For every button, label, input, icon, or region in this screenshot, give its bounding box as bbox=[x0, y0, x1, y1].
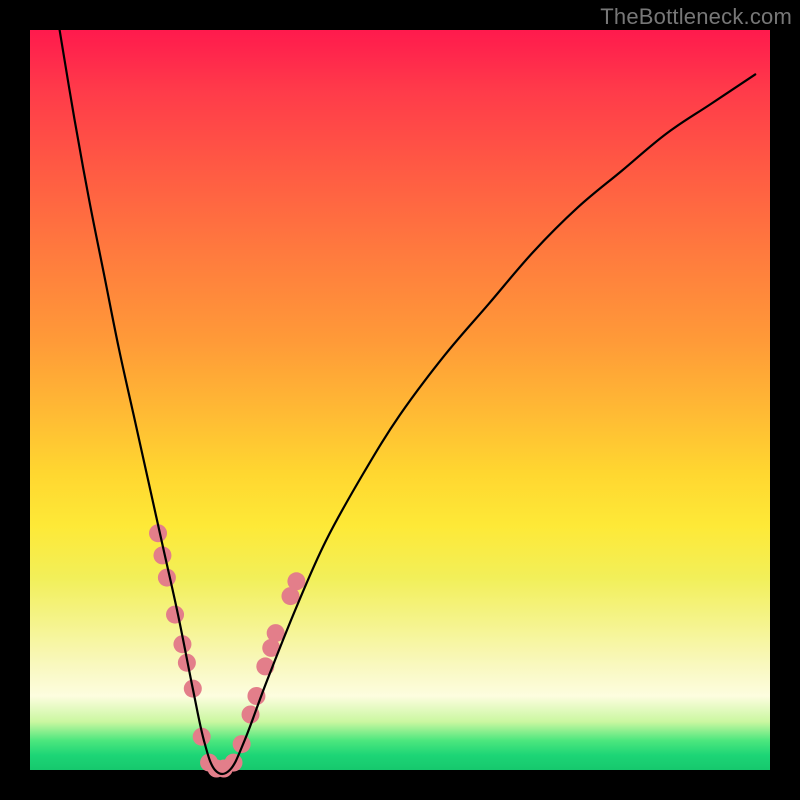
chart-frame: TheBottleneck.com bbox=[0, 0, 800, 800]
sample-marker bbox=[287, 572, 305, 590]
sample-marker bbox=[225, 754, 243, 772]
sample-marker bbox=[158, 569, 176, 587]
watermark-text: TheBottleneck.com bbox=[600, 4, 792, 30]
bottleneck-curve bbox=[60, 30, 756, 774]
curve-svg bbox=[30, 30, 770, 770]
sample-marker bbox=[267, 624, 285, 642]
plot-area bbox=[30, 30, 770, 770]
sample-marker bbox=[166, 606, 184, 624]
marker-layer bbox=[149, 524, 305, 777]
